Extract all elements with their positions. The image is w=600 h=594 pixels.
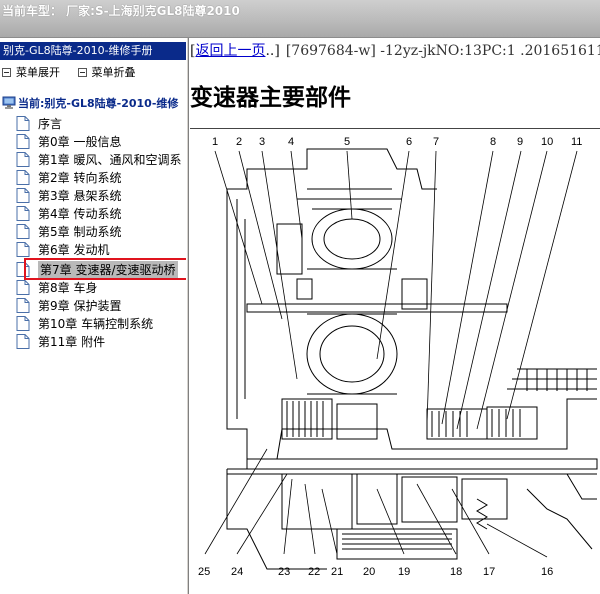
callout-1: 1: [212, 136, 218, 148]
callout-11: 11: [571, 136, 582, 148]
document-icon: [16, 297, 30, 313]
callout-6: 6: [406, 136, 412, 148]
document-icon: [16, 169, 30, 185]
document-icon: [16, 333, 30, 349]
tree-item-chapter-1[interactable]: 第1章 暖风、通风和空调系: [16, 150, 181, 168]
callout-20: 20: [363, 566, 375, 578]
back-link[interactable]: 返回上一页: [195, 43, 265, 59]
tree-item-chapter-2[interactable]: 第2章 转向系统: [16, 168, 121, 186]
tree-item-label: 第5章 制动系统: [38, 224, 122, 239]
transmission-diagram: 1 2 3 4 5 6 7 8 9 10 11 25 24 23 22 21 2…: [190, 128, 600, 594]
pane-splitter[interactable]: [186, 38, 189, 594]
tree-item-label: 第0章 一般信息: [38, 134, 122, 149]
callout-17: 17: [483, 566, 495, 578]
document-icon: [16, 187, 30, 203]
callout-21: 21: [331, 566, 343, 578]
callout-7: 7: [433, 136, 439, 148]
tree-item-chapter-5[interactable]: 第5章 制动系统: [16, 222, 121, 240]
selection-highlight: [24, 258, 189, 280]
document-icon: [16, 241, 30, 257]
title-bar: 当前车型： 厂家:S-上海别克GL8陆尊2010: [0, 0, 600, 38]
tree-item-label: 序言: [38, 116, 63, 131]
document-icon: [16, 315, 30, 331]
tree-item-chapter-6[interactable]: 第6章 发动机: [16, 240, 109, 258]
tree-item-label: 第1章 暖风、通风和空调系: [38, 152, 182, 167]
transmission-cutaway-illustration: 1 2 3 4 5 6 7 8 9 10 11 25 24 23 22 21 2…: [198, 136, 598, 578]
callout-16: 16: [541, 566, 553, 578]
tree-item-preface[interactable]: 序言: [16, 114, 62, 132]
document-icon: [16, 133, 30, 149]
document-icon: [16, 205, 30, 221]
tree-item-label: 第8章 车身: [38, 280, 98, 295]
callout-25: 25: [198, 566, 210, 578]
tree-item-label: 第9章 保护装置: [38, 298, 122, 313]
callout-23: 23: [278, 566, 290, 578]
document-id: [7697684-w] -12yz-jkNO:13PC:1 .201651611…: [285, 43, 600, 59]
tree-item-chapter-8[interactable]: 第8章 车身: [16, 278, 97, 296]
tree-item-label: 第4章 传动系统: [38, 206, 122, 221]
tree-item-label: 第10章 车辆控制系统: [38, 316, 154, 331]
nav-bracket-close: ..]: [265, 43, 280, 59]
callout-5: 5: [344, 136, 350, 148]
doc-nav-line: [返回上一页..] [7697684-w] -12yz-jkNO:13PC:1 .…: [190, 40, 600, 60]
tree-item-label: 第6章 发动机: [38, 242, 110, 257]
callout-2: 2: [236, 136, 242, 148]
callout-22: 22: [308, 566, 320, 578]
manual-title[interactable]: 别克-GL8陆尊-2010-维修手册: [0, 42, 186, 60]
document-icon: [16, 115, 30, 131]
manual-tree-panel: 别克-GL8陆尊-2010-维修手册 菜单展开 菜单折叠 当前:别克-GL8陆尊…: [0, 38, 186, 594]
callout-3: 3: [259, 136, 265, 148]
callout-9: 9: [517, 136, 523, 148]
callout-8: 8: [490, 136, 496, 148]
tree-item-label: 第2章 转向系统: [38, 170, 122, 185]
tree-item-chapter-10[interactable]: 第10章 车辆控制系统: [16, 314, 153, 332]
callout-10: 10: [541, 136, 553, 148]
expand-menu-label: 菜单展开: [16, 66, 60, 79]
expand-menu-button[interactable]: 菜单展开: [2, 64, 60, 80]
document-icon: [16, 223, 30, 239]
page-title: 变速器主要部件: [190, 84, 351, 111]
content-pane: [返回上一页..] [7697684-w] -12yz-jkNO:13PC:1 .…: [190, 38, 600, 594]
collapse-menu-button[interactable]: 菜单折叠: [77, 64, 136, 80]
tree-root-label: 当前:别克-GL8陆尊-2010-维修: [18, 97, 179, 110]
collapse-menu-label: 菜单折叠: [91, 66, 136, 79]
callout-24: 24: [231, 566, 243, 578]
current-car-model: 当前车型： 厂家:S-上海别克GL8陆尊2010: [2, 4, 240, 18]
tree-item-chapter-0[interactable]: 第0章 一般信息: [16, 132, 121, 150]
callout-18: 18: [450, 566, 462, 578]
callout-19: 19: [398, 566, 410, 578]
tree-item-chapter-3[interactable]: 第3章 悬架系统: [16, 186, 121, 204]
tree-item-chapter-4[interactable]: 第4章 传动系统: [16, 204, 121, 222]
document-icon: [16, 151, 30, 167]
tree-actions: 菜单展开 菜单折叠: [2, 64, 150, 80]
tree-root[interactable]: 当前:别克-GL8陆尊-2010-维修: [2, 94, 178, 112]
computer-icon: [2, 96, 16, 109]
tree-item-chapter-9[interactable]: 第9章 保护装置: [16, 296, 121, 314]
tree-item-label: 第11章 附件: [38, 334, 106, 349]
callout-4: 4: [288, 136, 294, 148]
collapse-icon: [77, 67, 87, 77]
expand-icon: [2, 67, 11, 77]
document-icon: [16, 279, 30, 295]
tree-item-chapter-11[interactable]: 第11章 附件: [16, 332, 105, 350]
tree-item-label: 第3章 悬架系统: [38, 188, 122, 203]
